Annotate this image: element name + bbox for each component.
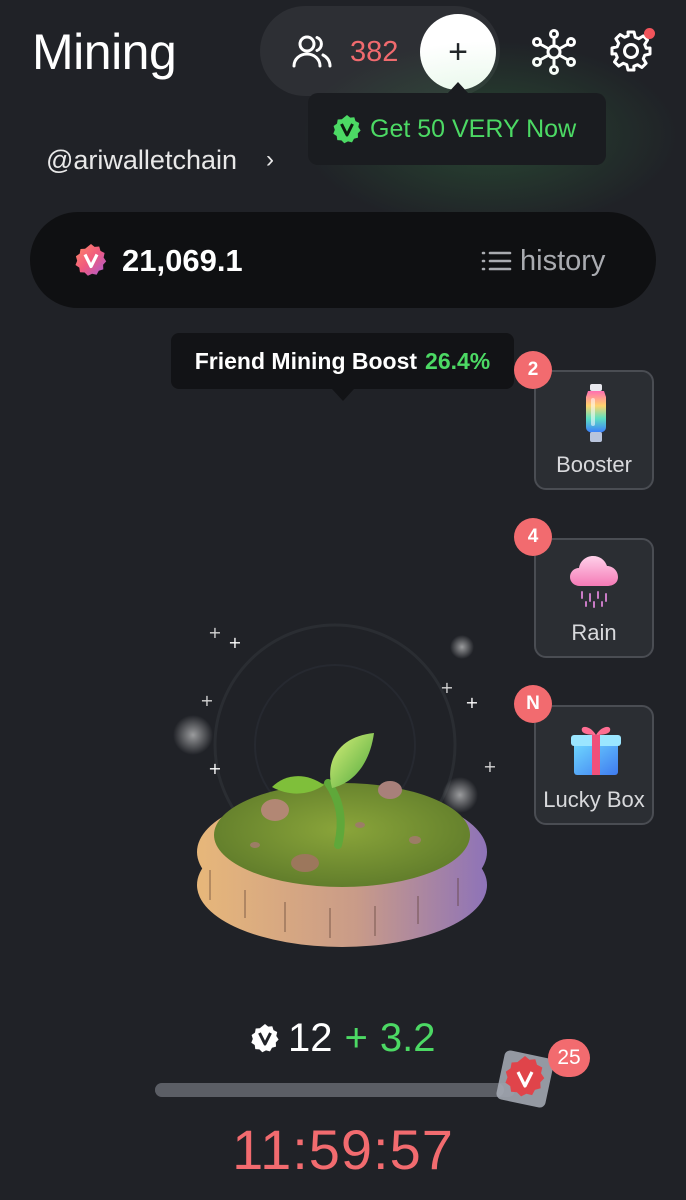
friend-boost-tooltip: Friend Mining Boost 26.4% <box>171 333 514 389</box>
rain-cloud-icon <box>570 556 618 608</box>
boost-pointer <box>332 389 354 401</box>
get-very-button[interactable]: Get 50 VERY Now <box>308 93 606 165</box>
very-badge-icon <box>333 115 361 144</box>
mining-plant-illustration[interactable]: + + + + + + + <box>160 590 520 990</box>
promo-text: Get 50 VERY Now <box>370 114 577 143</box>
username-link[interactable]: @ariwalletchain <box>46 143 237 177</box>
booster-label: Booster <box>556 452 632 477</box>
earn-plus: + <box>344 1016 368 1060</box>
svg-text:+: + <box>228 633 241 652</box>
mining-progress-fill <box>155 1083 505 1097</box>
booster-card[interactable]: Booster <box>534 370 654 490</box>
history-button[interactable]: history <box>520 243 605 279</box>
booster-bottle-icon <box>586 384 606 442</box>
rain-badge: 4 <box>514 518 552 556</box>
earn-bonus: 3.2 <box>379 1016 436 1060</box>
page-title: Mining <box>32 24 177 80</box>
lucky-box-label: Lucky Box <box>543 787 645 812</box>
svg-text:+: + <box>483 757 496 776</box>
booster-badge: 2 <box>514 351 552 389</box>
gift-box-icon <box>571 726 621 775</box>
balance-value: 21,069.1 <box>122 243 243 278</box>
svg-text:+: + <box>465 693 478 712</box>
list-icon[interactable] <box>480 249 512 273</box>
very-badge-icon <box>251 1024 279 1053</box>
very-token-icon <box>75 244 107 276</box>
boost-value: 26.4% <box>425 347 491 374</box>
svg-text:+: + <box>200 691 213 710</box>
mining-timer: 11:59:57 <box>232 1118 454 1181</box>
lucky-box-card[interactable]: Lucky Box <box>534 705 654 825</box>
boost-label: Friend Mining Boost <box>194 347 418 374</box>
stamp-count-badge: 25 <box>548 1039 590 1077</box>
svg-text:+: + <box>208 759 221 778</box>
svg-text:+: + <box>208 623 221 642</box>
notification-dot <box>644 28 655 39</box>
svg-text:+: + <box>440 678 453 697</box>
rain-label: Rain <box>571 620 617 645</box>
rain-card[interactable]: Rain <box>534 538 654 658</box>
mining-earnings: 12 + 3.2 <box>250 1016 435 1060</box>
earn-base: 12 <box>288 1016 333 1060</box>
chevron-right-icon[interactable]: › <box>266 146 274 174</box>
